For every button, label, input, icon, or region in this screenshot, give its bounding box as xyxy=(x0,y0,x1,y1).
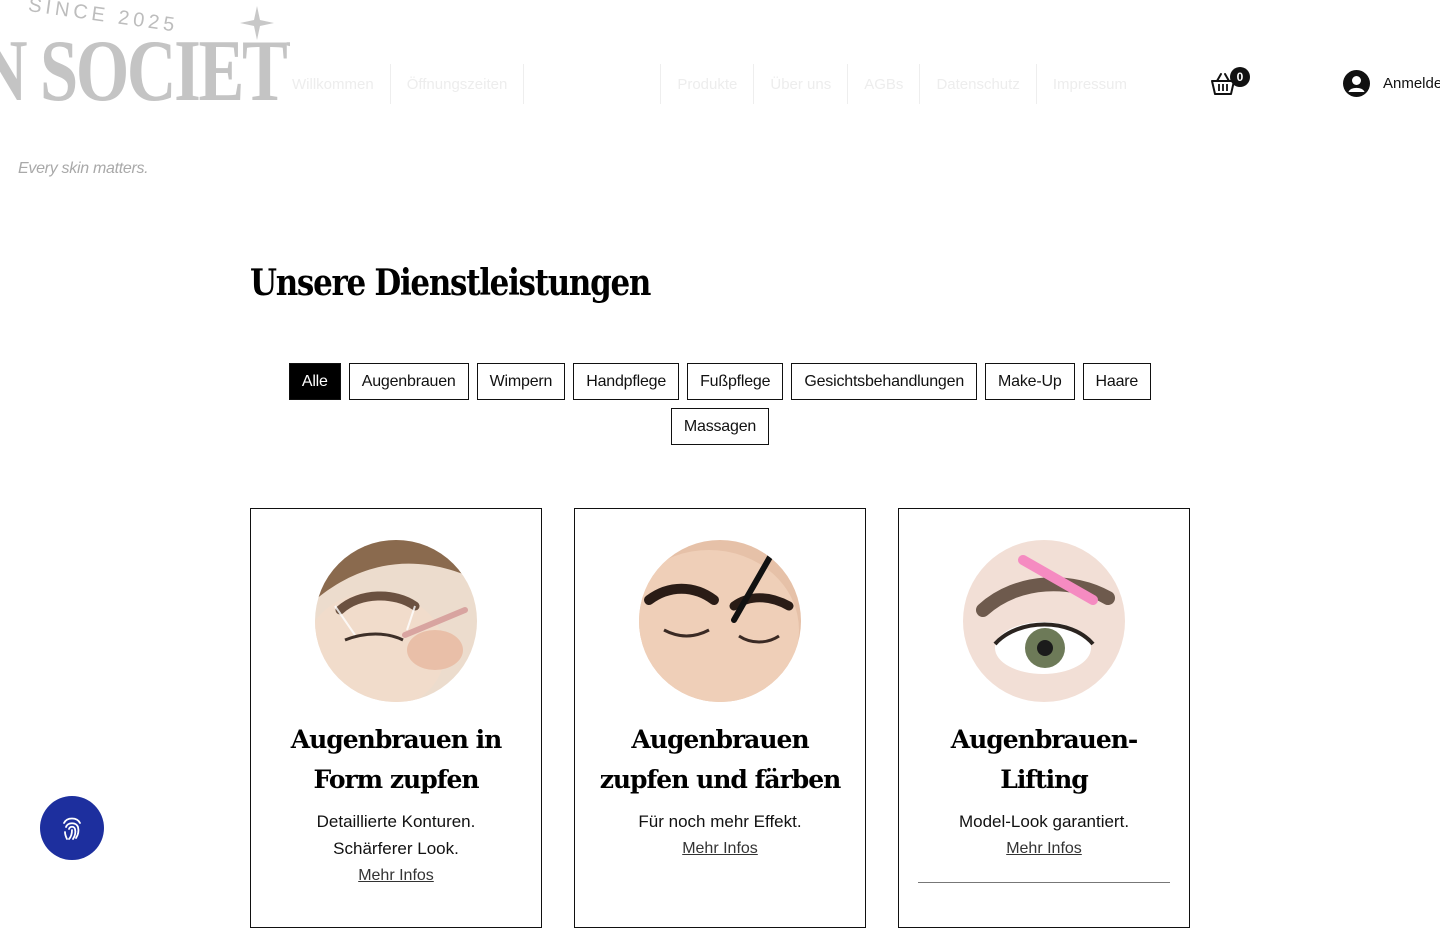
service-image xyxy=(315,540,477,702)
service-card[interactable]: Augenbrauen zupfen und färben Für noch m… xyxy=(574,508,866,928)
filter-chip-make-up[interactable]: Make-Up xyxy=(985,363,1075,400)
account-icon xyxy=(1343,70,1370,97)
service-image xyxy=(963,540,1125,702)
service-title: Augenbrauen in Form zupfen xyxy=(290,725,503,794)
nav-item-impressum[interactable]: Impressum xyxy=(1037,64,1143,104)
service-description: Detaillierte Konturen. Schärferer Look. xyxy=(316,812,476,858)
more-info-link[interactable]: Mehr Infos xyxy=(1006,840,1082,858)
nav-item-ueber-uns[interactable]: Über uns xyxy=(754,64,849,104)
nav-item-produkte[interactable]: Produkte xyxy=(661,64,755,104)
filter-chip-fusspflege[interactable]: Fußpflege xyxy=(687,363,784,400)
service-card[interactable]: Augenbrauen-Lifting Model-Look garantier… xyxy=(898,508,1190,928)
filter-chip-haare[interactable]: Haare xyxy=(1082,363,1152,400)
service-description: Für noch mehr Effekt. xyxy=(638,812,802,831)
service-image xyxy=(639,540,801,702)
filter-chip-wimpern[interactable]: Wimpern xyxy=(476,363,566,400)
filter-chip-alle[interactable]: Alle xyxy=(288,363,341,400)
service-title: Augenbrauen-Lifting xyxy=(950,725,1139,794)
logo-brand-text: N SOCIETY xyxy=(0,23,290,120)
page-title: Unsere Dienstleistungen xyxy=(250,262,651,304)
login-label: Anmelde xyxy=(1383,75,1440,92)
service-description: Model-Look garantiert. xyxy=(958,812,1130,831)
nav-item-oeffnungszeiten[interactable]: Öffnungszeiten xyxy=(391,64,525,104)
more-info-link[interactable]: Mehr Infos xyxy=(358,867,434,885)
service-title: Augenbrauen zupfen und färben xyxy=(599,725,842,794)
filter-bar: Alle Augenbrauen Wimpern Handpflege Fußp… xyxy=(270,363,1170,445)
card-divider xyxy=(918,882,1170,883)
cart-count-badge: 0 xyxy=(1230,67,1250,87)
filter-chip-augenbrauen[interactable]: Augenbrauen xyxy=(348,363,469,400)
more-info-link[interactable]: Mehr Infos xyxy=(682,840,758,858)
login-button[interactable]: Anmelde xyxy=(1343,70,1440,97)
nav-item-blank[interactable] xyxy=(524,64,662,104)
main-nav: Willkommen Öffnungszeiten Produkte Über … xyxy=(276,63,1143,105)
sparkle-icon xyxy=(240,6,274,40)
fingerprint-icon xyxy=(63,817,81,840)
tagline: Every skin matters. xyxy=(18,160,149,177)
filter-chip-gesichtsbehandlungen[interactable]: Gesichtsbehandlungen xyxy=(791,363,978,400)
nav-item-agbs[interactable]: AGBs xyxy=(848,64,921,104)
fingerprint-button[interactable] xyxy=(40,796,104,860)
filter-chip-handpflege[interactable]: Handpflege xyxy=(573,363,680,400)
nav-item-willkommen[interactable]: Willkommen xyxy=(276,64,391,104)
cart-button[interactable]: 0 xyxy=(1210,67,1254,98)
nav-item-datenschutz[interactable]: Datenschutz xyxy=(920,64,1037,104)
filter-chip-massagen[interactable]: Massagen xyxy=(670,408,770,445)
service-card[interactable]: Augenbrauen in Form zupfen Detaillierte … xyxy=(250,508,542,928)
